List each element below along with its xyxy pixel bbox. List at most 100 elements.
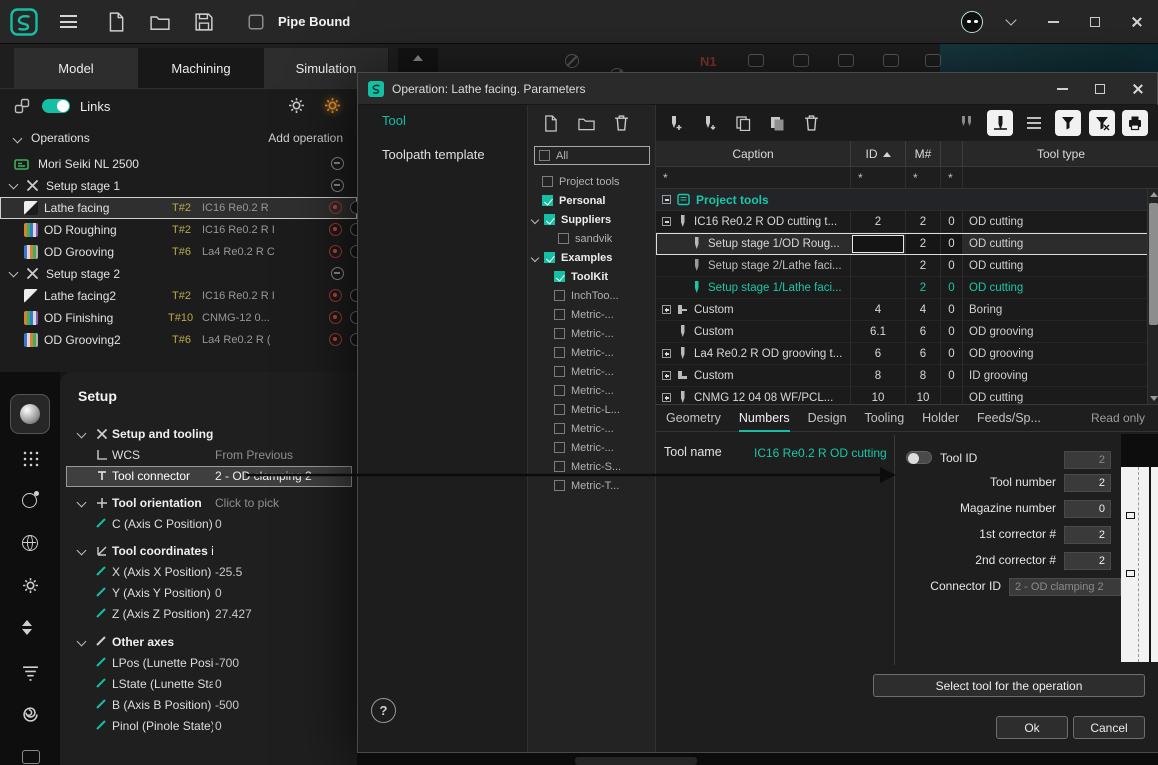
- chevron-down-icon[interactable]: [13, 133, 23, 143]
- column-id[interactable]: ID: [851, 141, 906, 167]
- setup-row-value[interactable]: 0: [215, 586, 222, 600]
- maximize-button[interactable]: [1074, 0, 1116, 44]
- tool-row[interactable]: Setup stage 2/Lathe faci... 2 0 OD cutti…: [656, 255, 1158, 277]
- column-tool-type[interactable]: Tool type: [963, 141, 1158, 167]
- suppress-circle-icon[interactable]: [331, 179, 344, 192]
- delete-tool-button[interactable]: [798, 110, 824, 136]
- copy-tool-button[interactable]: [730, 110, 756, 136]
- panel-button[interactable]: [22, 750, 40, 764]
- filter-item-project-tools[interactable]: Project tools: [528, 172, 656, 191]
- scroll-up-icon[interactable]: [1150, 192, 1158, 197]
- expand-icon[interactable]: [662, 393, 671, 402]
- tree-item-operation-selected[interactable]: Lathe facing T#2 IC16 Re0.2 R: [0, 197, 357, 219]
- status-radio-icon[interactable]: [329, 223, 342, 236]
- tab-machining[interactable]: Machining: [139, 48, 264, 88]
- checkbox-icon[interactable]: [554, 309, 565, 320]
- checkbox-icon[interactable]: [542, 176, 553, 187]
- status-radio-icon[interactable]: [329, 245, 342, 258]
- filter-item-library[interactable]: Metric-T...: [528, 476, 656, 495]
- column-m[interactable]: M#: [906, 141, 941, 167]
- setup-group-other-axes[interactable]: Other axes: [66, 632, 352, 653]
- chevron-down-icon[interactable]: [9, 268, 19, 278]
- tool-row-current[interactable]: Setup stage 1/Lathe faci... 2 0 OD cutti…: [656, 277, 1158, 299]
- tool-row-selected[interactable]: Setup stage 1/OD Roug... 2 0 OD cutting: [656, 233, 1158, 255]
- setup-row-axis-y[interactable]: Y (Axis Y Position) 0: [66, 583, 352, 604]
- main-menu-button[interactable]: [50, 6, 86, 38]
- setup-row-value[interactable]: Click to pick: [215, 496, 279, 510]
- compare-tools-button[interactable]: [953, 110, 979, 136]
- setup-row-lpos[interactable]: LPos (Lunette Posit -700: [66, 653, 352, 674]
- tool-row[interactable]: La4 Re0.2 R OD grooving t... 6 6 0 OD gr…: [656, 343, 1158, 365]
- setup-group-tool-orientation[interactable]: Tool orientation Click to pick: [66, 493, 352, 514]
- filter-item-library[interactable]: Metric-...: [528, 362, 656, 381]
- filter-item-toolkit[interactable]: ToolKit: [528, 267, 656, 286]
- setup-group-setup-and-tooling[interactable]: Setup and tooling: [66, 424, 352, 445]
- tool-row[interactable]: Custom 6.1 6 0 OD grooving: [656, 321, 1158, 343]
- tab-model[interactable]: Model: [14, 48, 139, 88]
- nav-item-toolpath-template[interactable]: Toolpath template: [382, 147, 485, 162]
- status-badge-icon[interactable]: [954, 6, 990, 38]
- status-radio-icon[interactable]: [329, 333, 342, 346]
- duplicate-tool-button[interactable]: [764, 110, 790, 136]
- tool-row[interactable]: Custom 8 8 0 ID grooving: [656, 365, 1158, 387]
- checkbox-icon[interactable]: [558, 233, 569, 244]
- tool-number-field[interactable]: 2: [1064, 474, 1111, 492]
- checkbox-icon[interactable]: [554, 480, 565, 491]
- tab-numbers[interactable]: Numbers: [739, 405, 790, 432]
- save-project-button[interactable]: [186, 6, 222, 38]
- id-edit-field[interactable]: [853, 236, 903, 252]
- expand-icon[interactable]: [662, 349, 671, 358]
- setup-row-axis-z[interactable]: Z (Axis Z Position) 27.427: [66, 604, 352, 625]
- checkbox-checked-icon[interactable]: [554, 271, 565, 282]
- links-toggle[interactable]: [42, 99, 70, 113]
- setup-row-wcs[interactable]: WCS From Previous: [66, 445, 352, 466]
- setup-row-value[interactable]: 27.427: [215, 607, 252, 621]
- open-library-button[interactable]: [574, 111, 598, 135]
- filter-item-library[interactable]: Metric-L...: [528, 400, 656, 419]
- table-group-row[interactable]: Project tools: [656, 189, 1158, 211]
- gear-icon[interactable]: [288, 97, 305, 114]
- status-circle-icon[interactable]: [350, 245, 357, 258]
- setup-row-value[interactable]: -500: [215, 698, 239, 712]
- filter-cell[interactable]: *: [851, 167, 906, 189]
- checkbox-icon[interactable]: [554, 423, 565, 434]
- setup-row-axis-c[interactable]: C (Axis C Position) 0: [66, 514, 352, 535]
- setup-row-value[interactable]: From Previous: [215, 448, 293, 462]
- collapse-icon[interactable]: [662, 195, 671, 204]
- status-circle-icon[interactable]: [350, 201, 357, 214]
- setup-row-tool-connector[interactable]: Tool connector 2 - OD clamping 2: [66, 466, 352, 487]
- help-button[interactable]: ?: [371, 698, 396, 723]
- status-circle-icon[interactable]: [350, 311, 357, 324]
- filter-item-all[interactable]: All: [534, 146, 650, 165]
- nav-item-tool[interactable]: Tool: [382, 113, 406, 128]
- grid-points-button[interactable]: [22, 450, 39, 467]
- tab-feeds[interactable]: Feeds/Sp...: [977, 405, 1041, 432]
- globe-view-button[interactable]: [22, 535, 38, 551]
- status-circle-icon[interactable]: [350, 289, 357, 302]
- helix-button[interactable]: [22, 706, 39, 723]
- tool-id-field[interactable]: 2: [1064, 451, 1111, 469]
- filter-list-button[interactable]: [22, 664, 39, 681]
- filter-item-library[interactable]: Metric-S...: [528, 457, 656, 476]
- setup-row-value[interactable]: -25.5: [215, 565, 242, 579]
- checkbox-checked-icon[interactable]: [544, 252, 555, 263]
- glowing-gear-icon[interactable]: [324, 97, 341, 114]
- ok-button[interactable]: Ok: [996, 716, 1068, 739]
- checkbox-icon[interactable]: [554, 404, 565, 415]
- filter-item-library[interactable]: Metric-...: [528, 438, 656, 457]
- open-project-button[interactable]: [142, 6, 178, 38]
- tree-item-operation[interactable]: OD Grooving T#6 La4 Re0.2 R C: [0, 241, 357, 263]
- status-circle-icon[interactable]: [350, 223, 357, 236]
- delete-library-button[interactable]: [609, 111, 633, 135]
- expand-icon[interactable]: [662, 371, 671, 380]
- settings-button[interactable]: [22, 577, 39, 594]
- suppress-circle-icon[interactable]: [331, 157, 344, 170]
- add-tool-from-list-button[interactable]: [696, 110, 722, 136]
- setup-row-value[interactable]: 2 - OD clamping 2: [215, 469, 312, 483]
- checkbox-icon[interactable]: [554, 290, 565, 301]
- filter-item-library[interactable]: InchToo...: [528, 286, 656, 305]
- filter-item-personal[interactable]: Personal: [528, 191, 656, 210]
- filter-item-examples[interactable]: Examples: [528, 248, 656, 267]
- expand-icon[interactable]: [662, 305, 671, 314]
- tab-design[interactable]: Design: [808, 405, 847, 432]
